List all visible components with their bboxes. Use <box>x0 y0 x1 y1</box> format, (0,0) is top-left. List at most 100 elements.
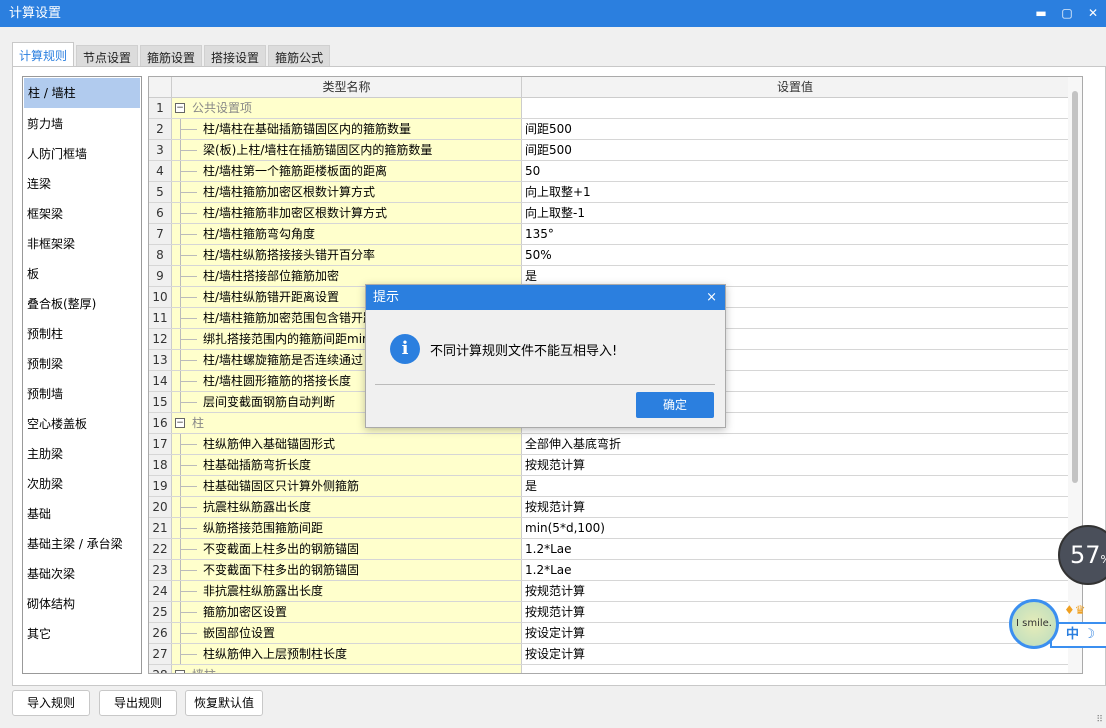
setting-name: 柱/墙柱在基础插筋锚固区内的箍筋数量 <box>203 122 412 136</box>
category-item[interactable]: 其它 <box>23 619 141 649</box>
setting-value[interactable] <box>522 665 1069 673</box>
setting-value[interactable]: 1.2*Lae <box>522 539 1069 559</box>
group-row[interactable]: 28− 墙柱 <box>149 665 1082 673</box>
table-row[interactable]: 6 柱/墙柱箍筋非加密区根数计算方式 向上取整-1 <box>149 203 1082 224</box>
collapse-icon[interactable]: − <box>175 670 185 673</box>
category-item[interactable]: 叠合板(整厚) <box>23 289 141 319</box>
table-row[interactable]: 2 柱/墙柱在基础插筋锚固区内的箍筋数量 间距500 <box>149 119 1082 140</box>
category-item[interactable]: 空心楼盖板 <box>23 409 141 439</box>
table-row[interactable]: 26 嵌固部位设置 按设定计算 <box>149 623 1082 644</box>
table-row[interactable]: 25 箍筋加密区设置 按规范计算 <box>149 602 1082 623</box>
dialog-title: 提示 <box>373 290 400 305</box>
table-row[interactable]: 21 纵筋搭接范围箍筋间距 min(5*d,100) <box>149 518 1082 539</box>
table-row[interactable]: 7 柱/墙柱箍筋弯勾角度 135° <box>149 224 1082 245</box>
setting-value[interactable]: 按设定计算 <box>522 644 1069 664</box>
ime-avatar[interactable]: I smile. <box>1009 599 1059 649</box>
setting-value[interactable]: 全部伸入基底弯折 <box>522 434 1069 454</box>
window-titlebar: 计算设置 ▬ ▢ ✕ <box>0 0 1106 27</box>
scrollbar-thumb[interactable] <box>1072 91 1078 483</box>
column-header-name[interactable]: 类型名称 <box>172 77 522 97</box>
dialog-message: 不同计算规则文件不能互相导入! <box>430 344 618 359</box>
group-row[interactable]: 1− 公共设置项 <box>149 98 1082 119</box>
alert-dialog: 提示 × i 不同计算规则文件不能互相导入! 确定 <box>365 284 726 428</box>
setting-name: 不变截面上柱多出的钢筋锚固 <box>203 542 360 556</box>
table-row[interactable]: 5 柱/墙柱箍筋加密区根数计算方式 向上取整+1 <box>149 182 1082 203</box>
row-number: 6 <box>149 203 172 223</box>
table-row[interactable]: 27 柱纵筋伸入上层预制柱长度 按设定计算 <box>149 644 1082 665</box>
setting-value[interactable] <box>522 98 1069 118</box>
minimize-button[interactable]: ▬ <box>1028 0 1054 27</box>
setting-value[interactable]: 向上取整-1 <box>522 203 1069 223</box>
row-number: 9 <box>149 266 172 286</box>
category-item[interactable]: 预制墙 <box>23 379 141 409</box>
export-rules-button[interactable]: 导出规则 <box>99 690 177 716</box>
category-item[interactable]: 框架梁 <box>23 199 141 229</box>
import-rules-button[interactable]: 导入规则 <box>12 690 90 716</box>
setting-value[interactable]: 是 <box>522 476 1069 496</box>
table-row[interactable]: 18 柱基础插筋弯折长度 按规范计算 <box>149 455 1082 476</box>
table-row[interactable]: 19 柱基础锚固区只计算外侧箍筋 是 <box>149 476 1082 497</box>
row-number: 17 <box>149 434 172 454</box>
setting-value[interactable]: 按规范计算 <box>522 581 1069 601</box>
setting-name: 柱/墙柱箍筋弯勾角度 <box>203 227 316 241</box>
dialog-close-icon[interactable]: × <box>706 285 717 310</box>
setting-name: 柱/墙柱箍筋加密区根数计算方式 <box>203 185 376 199</box>
setting-name: 柱/墙柱搭接部位箍筋加密 <box>203 269 340 283</box>
category-item[interactable]: 基础主梁 / 承台梁 <box>23 529 141 559</box>
category-item[interactable]: 次肋梁 <box>23 469 141 499</box>
restore-defaults-button[interactable]: 恢复默认值 <box>185 690 263 716</box>
row-number: 13 <box>149 350 172 370</box>
setting-value[interactable]: 按设定计算 <box>522 623 1069 643</box>
tab-1[interactable]: 计算规则 <box>12 42 75 69</box>
setting-value[interactable]: 间距500 <box>522 119 1069 139</box>
close-button[interactable]: ✕ <box>1080 0 1106 27</box>
setting-value[interactable]: 向上取整+1 <box>522 182 1069 202</box>
table-row[interactable]: 24 非抗震柱纵筋露出长度 按规范计算 <box>149 581 1082 602</box>
table-row[interactable]: 4 柱/墙柱第一个箍筋距楼板面的距离 50 <box>149 161 1082 182</box>
dialog-ok-button[interactable]: 确定 <box>636 392 714 418</box>
moon-icon[interactable]: ☽ <box>1084 627 1096 642</box>
category-item[interactable]: 剪力墙 <box>23 109 141 139</box>
table-row[interactable]: 8 柱/墙柱纵筋搭接接头错开百分率 50% <box>149 245 1082 266</box>
row-number: 2 <box>149 119 172 139</box>
setting-value[interactable]: 间距500 <box>522 140 1069 160</box>
setting-value[interactable]: 按规范计算 <box>522 602 1069 622</box>
setting-name: 墙柱 <box>192 668 216 673</box>
category-item[interactable]: 主肋梁 <box>23 439 141 469</box>
info-icon: i <box>390 334 420 364</box>
category-item[interactable]: 柱 / 墙柱 <box>24 78 140 108</box>
category-item[interactable]: 人防门框墙 <box>23 139 141 169</box>
dialog-divider <box>375 384 715 385</box>
setting-name: 柱基础插筋弯折长度 <box>203 458 312 472</box>
ime-mode-label[interactable]: 中 <box>1066 627 1079 642</box>
category-item[interactable]: 板 <box>23 259 141 289</box>
setting-value[interactable]: 是 <box>522 266 1069 286</box>
table-row[interactable]: 17 柱纵筋伸入基础锚固形式 全部伸入基底弯折 <box>149 434 1082 455</box>
resize-grip-icon[interactable]: ⠿ <box>1096 715 1103 725</box>
collapse-icon[interactable]: − <box>175 418 185 428</box>
column-header-value[interactable]: 设置值 <box>522 77 1069 97</box>
category-item[interactable]: 基础 <box>23 499 141 529</box>
table-row[interactable]: 20 抗震柱纵筋露出长度 按规范计算 <box>149 497 1082 518</box>
setting-value[interactable]: 1.2*Lae <box>522 560 1069 580</box>
tab-bar: 计算规则 节点设置 箍筋设置 搭接设置 箍筋公式 <box>12 42 332 69</box>
setting-value[interactable]: 按规范计算 <box>522 455 1069 475</box>
category-item[interactable]: 连梁 <box>23 169 141 199</box>
setting-value[interactable]: 50% <box>522 245 1069 265</box>
setting-value[interactable]: 135° <box>522 224 1069 244</box>
collapse-icon[interactable]: − <box>175 103 185 113</box>
maximize-button[interactable]: ▢ <box>1054 0 1080 27</box>
table-row[interactable]: 22 不变截面上柱多出的钢筋锚固 1.2*Lae <box>149 539 1082 560</box>
setting-value[interactable]: 50 <box>522 161 1069 181</box>
category-item[interactable]: 预制梁 <box>23 349 141 379</box>
row-number: 4 <box>149 161 172 181</box>
emoji-icons[interactable]: ♦♛ <box>1064 603 1086 617</box>
category-item[interactable]: 基础次梁 <box>23 559 141 589</box>
category-item[interactable]: 砌体结构 <box>23 589 141 619</box>
table-row[interactable]: 23 不变截面下柱多出的钢筋锚固 1.2*Lae <box>149 560 1082 581</box>
category-item[interactable]: 非框架梁 <box>23 229 141 259</box>
setting-value[interactable]: min(5*d,100) <box>522 518 1069 538</box>
table-row[interactable]: 3 梁(板)上柱/墙柱在插筋锚固区内的箍筋数量 间距500 <box>149 140 1082 161</box>
setting-value[interactable]: 按规范计算 <box>522 497 1069 517</box>
category-item[interactable]: 预制柱 <box>23 319 141 349</box>
